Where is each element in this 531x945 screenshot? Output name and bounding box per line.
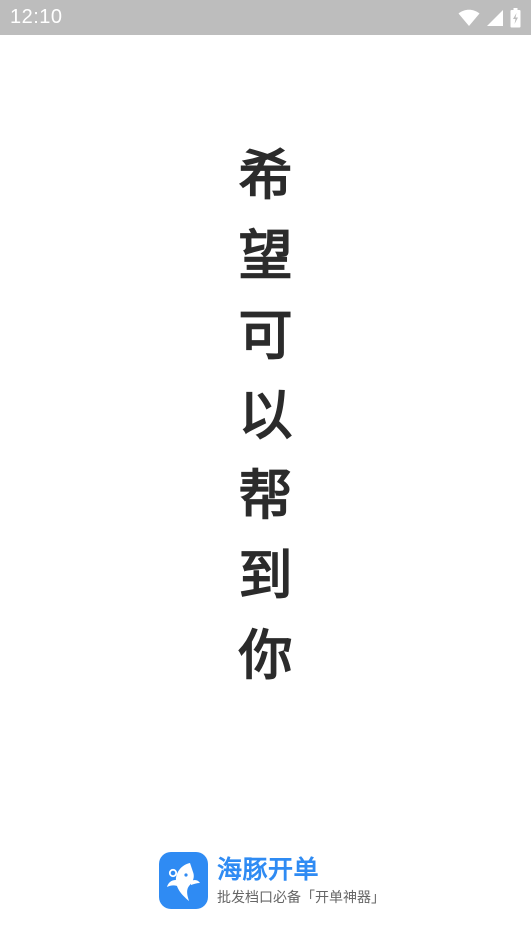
brand-footer: 海豚开单 批发档口必备「开单神器」 bbox=[159, 852, 385, 909]
slogan-char: 以 bbox=[238, 383, 293, 447]
status-time: 12:10 bbox=[10, 6, 63, 28]
brand-text: 海豚开单 批发档口必备「开单神器」 bbox=[217, 855, 385, 907]
splash-screen: 12:10 希 望 可 以 帮 到 你 海豚开单 批发档口必备「开单神器」 bbox=[0, 0, 531, 945]
slogan-vertical: 希 望 可 以 帮 到 你 bbox=[0, 135, 531, 695]
slogan-char: 希 bbox=[238, 143, 293, 207]
slogan-char: 帮 bbox=[238, 463, 293, 527]
status-icons bbox=[458, 7, 521, 28]
cell-signal-icon bbox=[486, 9, 504, 27]
status-bar: 12:10 bbox=[0, 0, 531, 35]
brand-name: 海豚开单 bbox=[217, 854, 320, 884]
brand-tagline: 批发档口必备「开单神器」 bbox=[217, 889, 385, 906]
slogan-char: 你 bbox=[238, 623, 293, 687]
slogan-char: 望 bbox=[238, 223, 293, 287]
slogan-char: 可 bbox=[238, 303, 293, 367]
slogan-char: 到 bbox=[238, 543, 293, 607]
battery-charging-icon bbox=[510, 7, 521, 28]
wifi-icon bbox=[458, 9, 480, 27]
dolphin-logo-icon bbox=[159, 852, 208, 909]
